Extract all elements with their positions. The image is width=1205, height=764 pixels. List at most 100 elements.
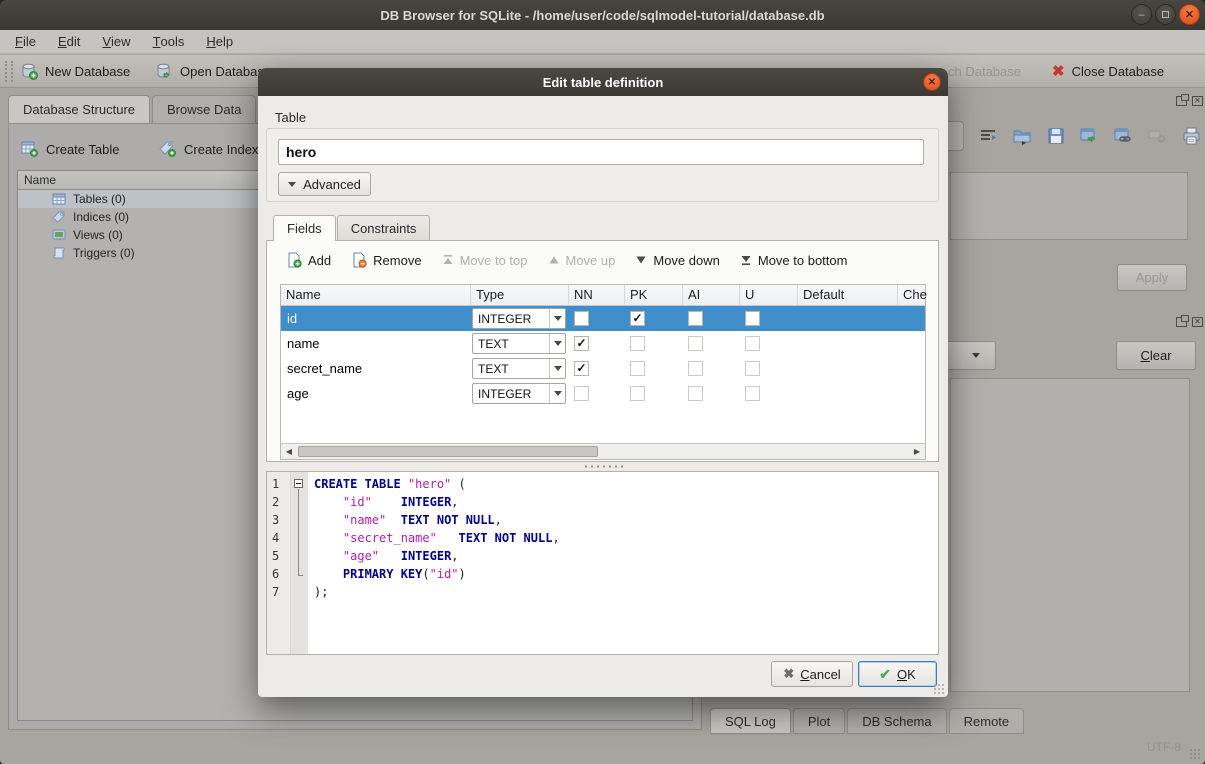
pk-checkbox[interactable] [630, 336, 645, 351]
field-row-id[interactable]: idINTEGER ✓ [281, 306, 925, 331]
maximize-button[interactable] [1155, 4, 1176, 25]
field-row-secret_name[interactable]: secret_nameTEXT ✓ [281, 356, 925, 381]
scroll-left-arrow-icon[interactable]: ◀ [281, 444, 297, 459]
toolbar-drag-handle[interactable] [5, 61, 13, 82]
create-index-button[interactable]: Create Index [159, 136, 258, 162]
encoding-indicator[interactable]: UTF-8 [1147, 740, 1181, 754]
splitter-handle[interactable] [583, 465, 623, 468]
pk-checkbox[interactable]: ✓ [630, 311, 645, 326]
field-check-cell[interactable] [898, 331, 927, 356]
tab-constraints[interactable]: Constraints [337, 215, 431, 240]
remove-field-button[interactable]: Remove [351, 252, 421, 268]
field-default-cell[interactable] [798, 331, 898, 356]
field-default-cell[interactable] [798, 381, 898, 406]
fold-collapse-icon[interactable] [294, 479, 303, 488]
field-name-cell[interactable]: id [281, 306, 471, 331]
dock-close-icon[interactable]: ✕ [1192, 96, 1203, 106]
pk-checkbox[interactable] [630, 361, 645, 376]
u-checkbox[interactable] [745, 311, 760, 326]
type-combobox[interactable]: INTEGER [472, 383, 566, 404]
field-name-cell[interactable]: age [281, 381, 471, 406]
dock-float-icon[interactable] [1176, 317, 1187, 327]
close-database-button[interactable]: ✖ Close Database [1052, 57, 1164, 85]
dock-close-icon[interactable]: ✕ [1192, 317, 1203, 327]
clear-button[interactable]: Clear [1116, 341, 1196, 370]
cell-editor-area[interactable] [950, 172, 1188, 240]
scrollbar-track[interactable] [297, 444, 909, 459]
advanced-button[interactable]: Advanced [278, 172, 371, 196]
chevron-down-icon[interactable] [549, 309, 565, 328]
type-combobox[interactable]: INTEGER [472, 308, 566, 329]
menu-edit[interactable]: Edit [47, 30, 91, 53]
word-wrap-icon[interactable] [977, 125, 998, 147]
dialog-size-grip[interactable] [933, 683, 944, 694]
field-default-cell[interactable] [798, 356, 898, 381]
save-icon[interactable] [1045, 125, 1066, 147]
attach-database-button[interactable]: ch Database [948, 57, 1021, 85]
tab-plot[interactable]: Plot [793, 708, 845, 734]
code-fold-column[interactable] [291, 472, 308, 654]
add-field-button[interactable]: Add [286, 252, 331, 268]
ai-checkbox[interactable] [688, 336, 703, 351]
menu-file[interactable]: File [4, 30, 47, 53]
fields-horizontal-scrollbar[interactable]: ◀ ▶ [281, 443, 925, 459]
field-name-cell[interactable]: secret_name [281, 356, 471, 381]
nn-checkbox[interactable]: ✓ [574, 361, 589, 376]
nn-checkbox[interactable] [574, 386, 589, 401]
tab-fields[interactable]: Fields [273, 215, 336, 241]
nn-checkbox[interactable]: ✓ [574, 336, 589, 351]
field-check-cell[interactable] [898, 356, 927, 381]
column-header-ai[interactable]: AI [683, 285, 740, 305]
import-icon[interactable] [1011, 125, 1032, 147]
column-header-pk[interactable]: PK [625, 285, 683, 305]
scroll-right-arrow-icon[interactable]: ▶ [909, 444, 925, 459]
print-icon[interactable] [1181, 125, 1202, 147]
create-table-button[interactable]: Create Table [21, 136, 119, 162]
minimize-button[interactable]: – [1131, 4, 1152, 25]
move-up-button[interactable]: Move up [548, 253, 616, 268]
scrollbar-handle[interactable] [298, 446, 598, 457]
field-name-cell[interactable]: name [281, 331, 471, 356]
ai-checkbox[interactable] [688, 311, 703, 326]
menu-view[interactable]: View [91, 30, 141, 53]
move-to-top-button[interactable]: Move to top [442, 253, 528, 268]
dock-float-icon[interactable] [1176, 96, 1187, 106]
tab-db-schema[interactable]: DB Schema [847, 708, 946, 734]
menu-help[interactable]: Help [195, 30, 244, 53]
chevron-down-icon[interactable] [549, 384, 565, 403]
move-to-bottom-button[interactable]: Move to bottom [740, 253, 848, 268]
column-header-default[interactable]: Default [798, 285, 898, 305]
fold-marker[interactable] [291, 475, 308, 493]
new-database-button[interactable]: New Database [20, 57, 130, 85]
tab-sql-log[interactable]: SQL Log [710, 708, 791, 734]
u-checkbox[interactable] [745, 386, 760, 401]
chevron-down-icon[interactable] [549, 359, 565, 378]
type-combobox[interactable]: TEXT [472, 358, 566, 379]
sql-log-area[interactable] [950, 378, 1190, 692]
link-icon[interactable] [1113, 125, 1134, 147]
chevron-down-icon[interactable] [549, 334, 565, 353]
nn-checkbox[interactable] [574, 311, 589, 326]
column-header-name[interactable]: Name [281, 285, 471, 305]
menu-tools[interactable]: Tools [142, 30, 196, 53]
field-row-name[interactable]: nameTEXT✓ [281, 331, 925, 356]
move-down-button[interactable]: Move down [635, 253, 719, 268]
cancel-button[interactable]: ✖ Cancel [771, 661, 853, 687]
field-check-cell[interactable] [898, 306, 927, 331]
column-header-check[interactable]: Check [898, 285, 927, 305]
field-row-age[interactable]: ageINTEGER [281, 381, 925, 406]
field-check-cell[interactable] [898, 381, 927, 406]
column-header-u[interactable]: U [740, 285, 798, 305]
dialog-close-button[interactable]: ✕ [923, 73, 941, 91]
apply-button[interactable]: Apply [1117, 264, 1187, 291]
tab-remote[interactable]: Remote [949, 708, 1025, 734]
pk-checkbox[interactable] [630, 386, 645, 401]
tab-database-structure[interactable]: Database Structure [8, 95, 150, 123]
unlink-icon[interactable] [1147, 125, 1168, 147]
ai-checkbox[interactable] [688, 361, 703, 376]
ok-button[interactable]: ✔ OK [858, 661, 937, 687]
table-name-input[interactable]: hero [278, 139, 924, 165]
column-header-nn[interactable]: NN [569, 285, 625, 305]
tab-browse-data[interactable]: Browse Data [152, 95, 256, 123]
field-default-cell[interactable] [798, 306, 898, 331]
